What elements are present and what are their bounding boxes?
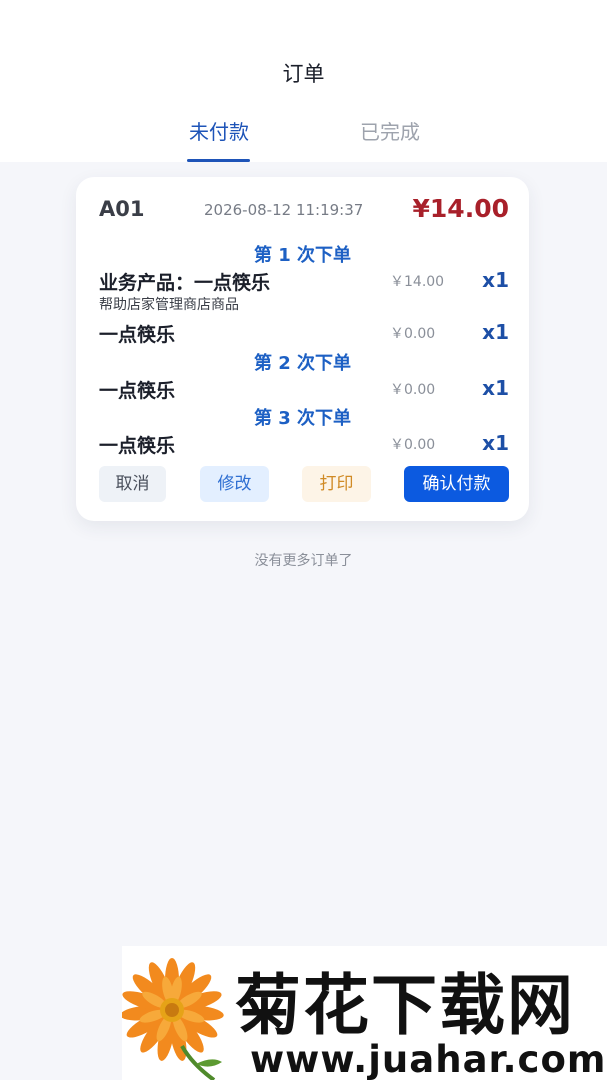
no-more-orders-text: 没有更多订单了: [254, 553, 353, 569]
active-tab-indicator: [187, 159, 250, 162]
item-price: ￥0.00: [390, 382, 436, 398]
watermark-banner: 菊花下载网 www.juahar.com: [122, 946, 607, 1080]
item-price: ￥0.00: [390, 326, 436, 342]
tab-unpaid[interactable]: 未付款: [174, 116, 264, 145]
flower-logo-icon: [122, 958, 224, 1080]
item-name: 业务产品：一点筷乐: [99, 272, 271, 294]
print-button[interactable]: 打印: [302, 466, 371, 502]
tab-completed[interactable]: 已完成: [345, 116, 435, 145]
item-quantity: x1: [482, 268, 509, 292]
item-name: 一点筷乐: [99, 435, 176, 457]
item-quantity: x1: [482, 431, 509, 455]
round-title: 第 2 次下单: [253, 353, 352, 374]
item-name: 一点筷乐: [99, 380, 176, 402]
confirm-payment-button[interactable]: 确认付款: [404, 466, 509, 502]
edit-button[interactable]: 修改: [200, 466, 269, 502]
item-price: ￥14.00: [390, 274, 445, 290]
cancel-button[interactable]: 取消: [99, 466, 166, 502]
item-price: ￥0.00: [390, 437, 436, 453]
table-number: A01: [99, 197, 145, 221]
item-description: 帮助店家管理商店商品: [99, 297, 239, 313]
item-quantity: x1: [482, 320, 509, 344]
order-total: ¥14.00: [412, 194, 509, 223]
round-title: 第 1 次下单: [253, 245, 352, 266]
header-bar: 订单 未付款 已完成: [0, 0, 607, 162]
round-title: 第 3 次下单: [253, 408, 352, 429]
order-time: 2026-08-12 11:19:37: [204, 201, 364, 219]
item-quantity: x1: [482, 376, 509, 400]
page-title: 订单: [282, 62, 325, 86]
watermark-title: 菊花下载网: [235, 967, 575, 1044]
watermark-url: www.juahar.com: [250, 1038, 607, 1080]
order-card[interactable]: A01 2026-08-12 11:19:37 ¥14.00 第 1 次下单 业…: [76, 177, 529, 521]
item-name: 一点筷乐: [99, 324, 176, 346]
